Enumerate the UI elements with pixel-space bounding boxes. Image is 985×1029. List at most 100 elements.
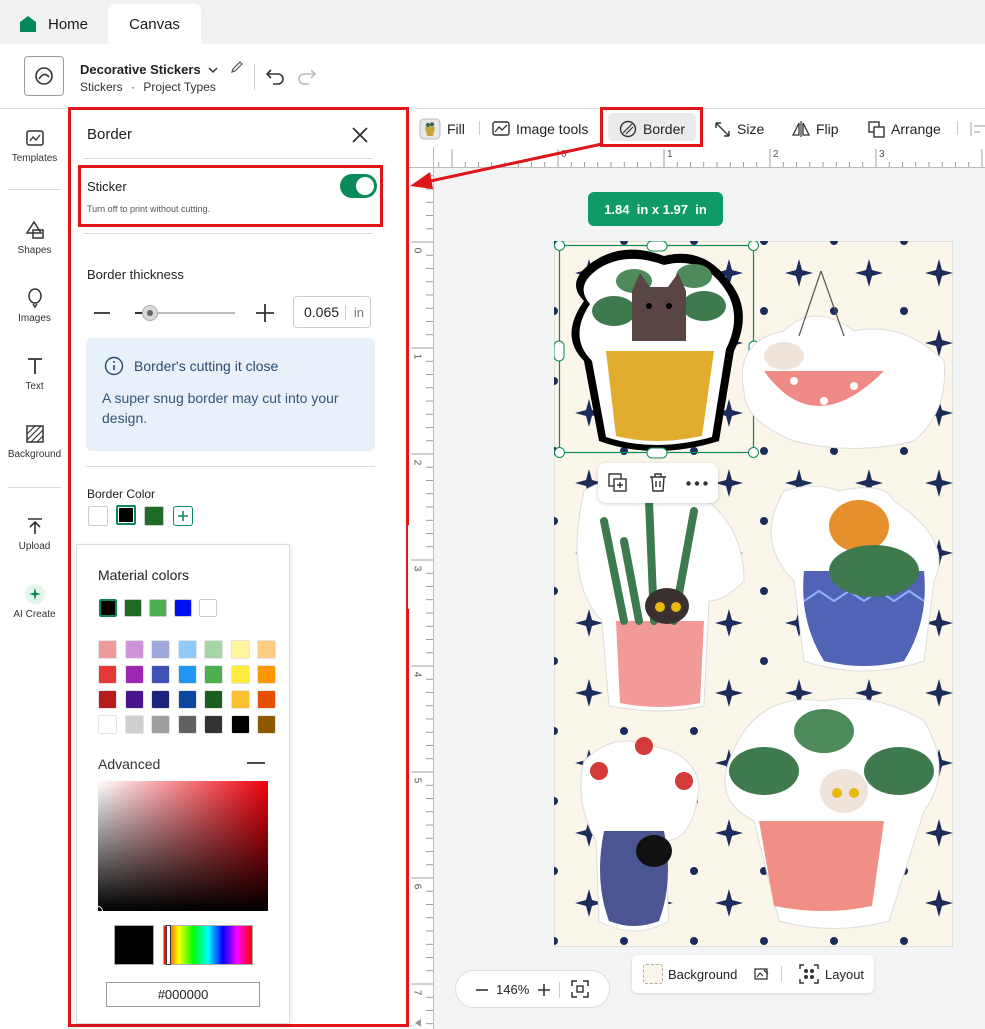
breadcrumb-stickers[interactable]: Stickers xyxy=(80,80,123,94)
palette-color-swatch[interactable] xyxy=(124,715,144,734)
flip-label: Flip xyxy=(816,121,839,137)
border-button[interactable]: Border xyxy=(619,118,685,140)
add-color-button[interactable] xyxy=(173,506,193,526)
nav-shapes[interactable]: Shapes xyxy=(0,219,69,256)
size-button[interactable]: Size xyxy=(714,118,764,140)
border-icon xyxy=(619,120,637,138)
chevron-down-icon[interactable] xyxy=(208,66,218,74)
ruler-label: 1 xyxy=(411,353,423,360)
border-color-white[interactable] xyxy=(88,506,108,526)
palette-color-swatch[interactable] xyxy=(177,665,197,684)
undo-icon[interactable] xyxy=(264,66,286,86)
palette-color-swatch[interactable] xyxy=(124,690,144,709)
palette-color-swatch[interactable] xyxy=(257,640,276,659)
palette-color-swatch[interactable] xyxy=(124,665,144,684)
palette-color-swatch[interactable] xyxy=(257,665,276,684)
sticker-sheet-artboard[interactable] xyxy=(554,241,953,947)
flip-button[interactable]: Flip xyxy=(792,118,839,140)
plus-icon[interactable] xyxy=(255,303,275,323)
nav-upload[interactable]: Upload xyxy=(0,515,69,552)
thickness-unit: in xyxy=(344,304,364,320)
alert-title: Border's cutting it close xyxy=(134,358,279,374)
material-color-swatch[interactable] xyxy=(174,599,192,617)
palette-color-swatch[interactable] xyxy=(177,640,197,659)
palette-color-swatch[interactable] xyxy=(98,640,117,659)
border-color-green[interactable] xyxy=(144,506,164,526)
palette-color-swatch[interactable] xyxy=(204,715,223,734)
palette-color-swatch[interactable] xyxy=(151,715,170,734)
thickness-slider-thumb[interactable] xyxy=(142,305,158,321)
nav-templates[interactable]: Templates xyxy=(0,127,69,164)
nav-ai-create[interactable]: AI Create xyxy=(0,583,69,620)
close-icon[interactable] xyxy=(349,124,371,146)
resize-icon xyxy=(715,121,730,137)
palette-color-swatch[interactable] xyxy=(151,665,170,684)
project-header: Decorative Stickers Stickers · Project T… xyxy=(0,44,985,109)
sticker-toggle[interactable] xyxy=(340,174,377,198)
palette-color-swatch[interactable] xyxy=(177,715,197,734)
project-title[interactable]: Decorative Stickers xyxy=(80,60,244,77)
arrange-label: Arrange xyxy=(891,121,941,137)
material-color-swatch[interactable] xyxy=(199,599,217,617)
scroll-left-icon[interactable] xyxy=(413,1018,423,1028)
palette-color-swatch[interactable] xyxy=(98,690,117,709)
nav-background[interactable]: Background xyxy=(0,423,69,460)
tab-canvas[interactable]: Canvas xyxy=(108,4,201,44)
palette-color-swatch[interactable] xyxy=(151,690,170,709)
palette-color-swatch[interactable] xyxy=(230,640,250,659)
ruler-label: 5 xyxy=(411,777,423,784)
palette-color-swatch[interactable] xyxy=(230,715,250,734)
collapse-icon[interactable] xyxy=(247,761,265,765)
text-icon xyxy=(27,358,42,374)
trash-icon[interactable] xyxy=(648,472,668,493)
background-button[interactable]: Background xyxy=(643,964,737,984)
nav-images[interactable]: Images xyxy=(0,287,69,324)
edit-image-icon[interactable] xyxy=(754,966,770,982)
align-icon[interactable] xyxy=(970,122,985,136)
material-color-swatch[interactable] xyxy=(124,599,142,617)
duplicate-icon[interactable] xyxy=(608,473,628,493)
material-color-swatch[interactable] xyxy=(149,599,167,617)
minus-icon[interactable] xyxy=(93,304,111,322)
palette-color-swatch[interactable] xyxy=(98,665,117,684)
layout-label: Layout xyxy=(825,966,865,982)
hue-slider[interactable] xyxy=(163,925,253,965)
zoom-level[interactable]: 146% xyxy=(496,982,529,997)
redo-icon[interactable] xyxy=(296,66,318,86)
palette-color-swatch[interactable] xyxy=(98,715,117,734)
thickness-value: 0.065 xyxy=(304,304,340,320)
palette-color-swatch[interactable] xyxy=(204,640,223,659)
palette-color-swatch[interactable] xyxy=(204,690,223,709)
palette-color-swatch[interactable] xyxy=(230,665,250,684)
tab-home[interactable]: Home xyxy=(20,4,88,44)
sticker-cat-in-yellow-pot[interactable] xyxy=(571,249,743,451)
pencil-icon[interactable] xyxy=(230,60,244,74)
plus-icon xyxy=(178,511,188,521)
ruler-label: 1 xyxy=(667,149,673,160)
saturation-picker[interactable] xyxy=(93,781,268,916)
more-options-icon[interactable] xyxy=(686,481,708,486)
material-color-swatch[interactable] xyxy=(99,599,117,617)
thickness-input[interactable]: 0.065 in xyxy=(293,296,371,328)
zoom-in-icon[interactable] xyxy=(538,984,550,996)
palette-color-swatch[interactable] xyxy=(230,690,250,709)
layout-button[interactable]: Layout xyxy=(799,964,864,984)
project-thumbnail[interactable] xyxy=(24,56,64,96)
palette-color-swatch[interactable] xyxy=(204,665,223,684)
palette-color-swatch[interactable] xyxy=(124,640,144,659)
nav-text-label: Text xyxy=(25,381,44,392)
fit-to-screen-icon[interactable] xyxy=(571,980,589,998)
palette-color-swatch[interactable] xyxy=(177,690,197,709)
breadcrumb-project-types[interactable]: Project Types xyxy=(143,80,215,94)
arrange-button[interactable]: Arrange xyxy=(868,118,941,140)
nav-text[interactable]: Text xyxy=(0,355,69,392)
border-panel: Border Sticker Turn off to print without… xyxy=(68,107,409,1027)
zoom-out-icon[interactable] xyxy=(476,989,488,991)
palette-color-swatch[interactable] xyxy=(257,690,276,709)
border-color-label: Border Color xyxy=(87,487,156,501)
palette-color-swatch[interactable] xyxy=(257,715,276,734)
border-color-black[interactable] xyxy=(116,505,136,525)
hex-input[interactable]: #000000 xyxy=(106,982,260,1007)
ruler-label: 6 xyxy=(411,883,423,890)
palette-color-swatch[interactable] xyxy=(151,640,170,659)
